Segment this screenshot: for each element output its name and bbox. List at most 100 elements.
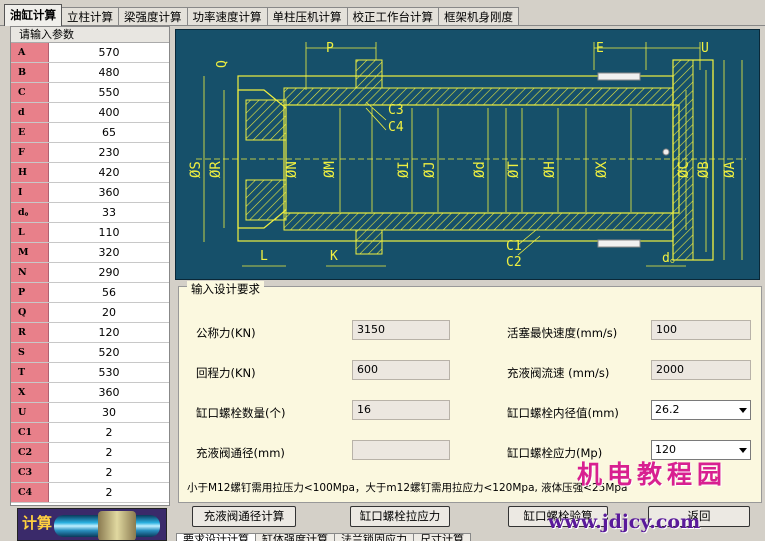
piston-speed-input[interactable]: 100 [651,320,751,340]
param-input[interactable]: 520 [49,343,169,362]
head-hatch-upper [245,99,287,141]
diameter-label: ØS [188,161,204,178]
end-flange-hatch [672,59,694,261]
tab-dimension-calc[interactable]: 尺寸计算 [413,533,471,541]
label-e: E [596,41,604,56]
param-input[interactable]: 530 [49,363,169,382]
param-input[interactable]: 290 [49,263,169,282]
bottom-nut-hatch [355,229,383,255]
tab-body-strength[interactable]: 缸体强度计算 [255,533,335,541]
watermark-url: www.jdjcy.com [548,511,701,533]
diameter-label: ØM [322,161,338,178]
param-label: L [11,223,49,242]
param-row: N 290 [11,263,169,283]
param-label: M [11,243,49,262]
param-row: S 520 [11,343,169,363]
param-input[interactable]: 2 [49,483,169,502]
diameter-label: ØB [696,161,712,178]
param-input[interactable]: 480 [49,63,169,82]
param-label: C [11,83,49,102]
param-input[interactable]: 20 [49,303,169,322]
param-input[interactable]: 65 [49,123,169,142]
param-input[interactable]: 120 [49,323,169,342]
param-row: E 65 [11,123,169,143]
bolt-top [597,72,641,81]
tab-beam-strength[interactable]: 梁强度计算 [118,7,188,26]
param-row: d 400 [11,103,169,123]
diameter-label: ØT [506,161,522,178]
tab-power-speed[interactable]: 功率速度计算 [186,7,268,26]
param-input[interactable]: 420 [49,163,169,182]
param-label: I [11,183,49,202]
param-row: M 320 [11,243,169,263]
param-row: C3 2 [11,463,169,483]
param-input[interactable]: 110 [49,223,169,242]
label-k: K [330,249,338,264]
label-c1: C1 [506,239,522,254]
param-input[interactable]: 570 [49,43,169,62]
nominal-force-label: 公称力(KN) [196,326,256,340]
param-input[interactable]: 550 [49,83,169,102]
label-c2: C2 [506,255,522,270]
param-row: F 230 [11,143,169,163]
param-row: R 120 [11,323,169,343]
tab-design-requirements[interactable]: 要求设计计算 [176,533,256,541]
param-label: X [11,383,49,402]
param-label: B [11,63,49,82]
param-row: T 530 [11,363,169,383]
bolt-inner-dia-value: 26.2 [655,403,680,416]
bolt-stress-button[interactable]: 缸口螺栓拉应力 [350,506,450,527]
param-label: d。 [11,203,49,222]
param-label: S [11,343,49,362]
bottom-wall-hatch [283,212,674,231]
diameter-label: ØC [676,161,692,178]
param-label: A [11,43,49,62]
param-input[interactable]: 360 [49,383,169,402]
param-row: U 30 [11,403,169,423]
tab-frame-stiffness[interactable]: 框架机身刚度 [438,7,519,26]
bolt-inner-dia-select[interactable]: 26.2 [651,400,751,420]
tab-single-column-press[interactable]: 单柱压机计算 [266,7,348,26]
param-input[interactable]: 2 [49,423,169,442]
param-input[interactable]: 2 [49,463,169,482]
param-row: H 420 [11,163,169,183]
param-input[interactable]: 30 [49,403,169,422]
bolt-inner-dia-label: 缸口螺栓内径值(mm) [507,406,619,420]
tab-cylinder-calc[interactable]: 油缸计算 [4,4,62,26]
cylinder-drawing: P Q E U C3 C4 C1 C2 L K d。 ØS ØR ØN ØM ØI ØJ Ø… [175,29,760,280]
port-hole [662,148,670,156]
param-input[interactable]: 320 [49,243,169,262]
param-row: P 56 [11,283,169,303]
param-label: F [11,143,49,162]
tab-column-calc[interactable]: 立柱计算 [61,7,119,26]
param-input[interactable]: 2 [49,443,169,462]
bottom-tab-bar: 要求设计计算 缸体强度计算 法兰锁固应力 尺寸计算 [176,533,471,541]
param-label: T [11,363,49,382]
fill-valve-calc-button[interactable]: 充液阀通径计算 [192,506,296,527]
param-row: I 360 [11,183,169,203]
nominal-force-input[interactable]: 3150 [352,320,450,340]
param-input[interactable]: 400 [49,103,169,122]
dropdown-arrow-icon[interactable] [739,448,747,453]
diameter-label: ØN [284,161,300,178]
return-force-input[interactable]: 600 [352,360,450,380]
param-input[interactable]: 360 [49,183,169,202]
top-wall-hatch [283,87,674,106]
return-force-label: 回程力(KN) [196,366,256,380]
param-input[interactable]: 56 [49,283,169,302]
calculate-button[interactable]: 计算 [17,508,167,541]
calculate-label: 计算 [22,514,53,532]
head-hatch-lower [245,179,287,221]
fill-valve-dia-input[interactable] [352,440,450,460]
param-input[interactable]: 230 [49,143,169,162]
param-row: C4 2 [11,483,169,503]
tab-flange-lock-stress[interactable]: 法兰锁固应力 [334,533,414,541]
tab-straightening-table[interactable]: 校正工作台计算 [346,7,439,26]
param-input[interactable]: 33 [49,203,169,222]
diameter-labels: ØS ØR ØN ØM ØI ØJ Ød ØT ØH ØX ØC ØB ØA [188,161,738,178]
dropdown-arrow-icon[interactable] [739,408,747,413]
bolt-count-input[interactable]: 16 [352,400,450,420]
parameter-panel: 请输入参数 A 570 B 480 C 550 d 400 E 65 F 230 H 420 I 360 d。 3… [10,26,170,506]
fill-flow-input[interactable]: 2000 [651,360,751,380]
param-row: L 110 [11,223,169,243]
